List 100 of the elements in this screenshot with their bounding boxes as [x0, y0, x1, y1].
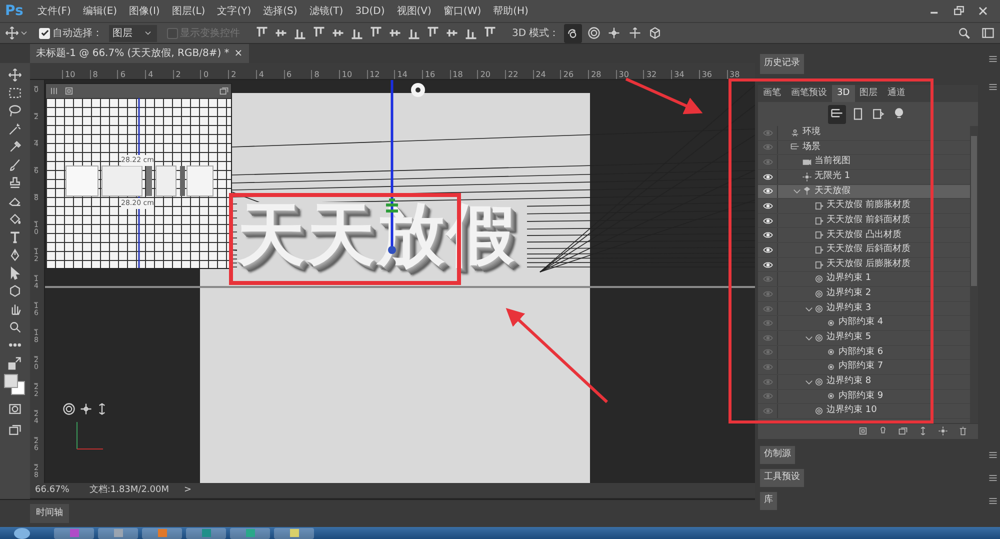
environment-icon [790, 128, 800, 138]
ruler-label: 30 [616, 70, 644, 79]
collapsed-panel-button[interactable]: 仿制源 [760, 446, 795, 464]
auto-select-checkbox[interactable] [39, 28, 50, 38]
pan-icon[interactable] [78, 402, 92, 416]
swap-colors-icon [8, 356, 22, 370]
ring-icon [826, 347, 836, 358]
tree-row[interactable]: 当前视图 [758, 155, 970, 170]
tree-row[interactable]: 边界约束 2 [758, 287, 970, 302]
magic-wand-icon [8, 122, 22, 136]
color-swatches[interactable] [4, 374, 26, 396]
tree-row[interactable]: 边界约束 1 [758, 272, 970, 288]
marquee-icon [8, 86, 22, 100]
tree-label: 无限光 1 [814, 170, 850, 183]
new-item-icon[interactable] [858, 426, 868, 436]
ruler-label: 28 [588, 70, 616, 79]
mode-button[interactable] [564, 24, 582, 42]
roll-icon [586, 26, 601, 40]
tree-row[interactable]: 边界约束 3 [758, 302, 970, 316]
tab-close-button[interactable]: × [234, 46, 243, 61]
axis-drawing [76, 422, 104, 450]
menu-item[interactable]: 文件(F) [31, 4, 77, 18]
history-panel-button[interactable]: 历史记录 [760, 54, 804, 74]
tree-row[interactable]: 边界约束 5 [758, 330, 970, 346]
search-icon[interactable] [957, 26, 971, 40]
type-icon [8, 230, 22, 244]
tree-row[interactable]: 天天放假 后斜面材质 [758, 243, 970, 258]
eye-icon[interactable] [762, 244, 772, 255]
trash-icon[interactable] [958, 426, 968, 436]
panel-tab[interactable]: 通道 [882, 84, 911, 102]
scrollbar-thumb[interactable] [970, 136, 976, 286]
tree-row[interactable]: 天天放假 后膨胀材质 [758, 258, 970, 272]
document-size: 文档:1.83M/2.00M [89, 484, 170, 497]
target-select[interactable]: 图层 [108, 24, 156, 42]
menu-item[interactable]: 滤镜(T) [303, 4, 350, 18]
tree-label: 环境 [802, 126, 820, 140]
panel-menu-icon[interactable] [988, 496, 998, 506]
ruler-label: 4 [145, 70, 173, 79]
menu-item[interactable]: 编辑(E) [76, 4, 124, 18]
tree-row[interactable]: 天天放假 凸出材质 [758, 228, 970, 244]
add-light-icon[interactable] [938, 426, 948, 436]
panel-menu-icon[interactable] [988, 54, 998, 64]
eye-icon[interactable] [762, 260, 772, 270]
filter-button[interactable] [828, 104, 846, 124]
menu-item[interactable]: 3D(D) [349, 4, 391, 18]
eye-icon[interactable] [762, 230, 772, 240]
eye-icon[interactable] [762, 201, 772, 212]
panel-tab[interactable]: 画笔 [758, 84, 786, 102]
light-icon[interactable] [411, 83, 425, 97]
restore-icon[interactable] [952, 4, 966, 18]
move-tool-icon[interactable] [5, 26, 19, 40]
menu-item[interactable]: 文字(Y) [211, 4, 258, 18]
collapsed-panel-button[interactable]: 工具预设 [760, 469, 804, 487]
menu-item[interactable]: 窗口(W) [437, 4, 488, 18]
menu-item[interactable]: 视图(V) [390, 4, 438, 18]
status-menu-arrow[interactable]: > [184, 484, 192, 498]
timeline-tab[interactable]: 时间轴 [30, 504, 69, 524]
collapsed-panel-button[interactable]: 库 [760, 492, 777, 510]
panel-menu-icon[interactable] [988, 450, 998, 460]
tree-row[interactable]: 边界约束 10 [758, 404, 970, 419]
tree-row[interactable]: 内部约束 9 [758, 390, 970, 404]
menu-item[interactable]: 图像(I) [123, 4, 166, 18]
tree-row[interactable]: 天天放假 [758, 184, 970, 200]
menu-item[interactable]: 选择(S) [257, 4, 304, 18]
menu-item[interactable]: 图层(L) [166, 4, 212, 18]
tree-row[interactable]: 场景 [758, 140, 970, 156]
tree-row[interactable]: 环境 [758, 126, 970, 141]
view-grip-icon[interactable] [48, 86, 58, 96]
tree-row[interactable]: 内部约束 6 [758, 346, 970, 360]
tree-row[interactable]: 边界约束 8 [758, 374, 970, 390]
view-select-icon[interactable] [64, 86, 74, 96]
eye-icon[interactable] [762, 172, 772, 182]
panel-menu-icon[interactable] [988, 473, 998, 483]
eye-icon[interactable] [762, 216, 772, 226]
panel-tab[interactable]: 图层 [854, 84, 883, 102]
orbit-icon[interactable] [62, 402, 76, 416]
document-tab[interactable]: 未标题-1 @ 66.7% (天天放假, RGB/8#) * × [30, 44, 249, 63]
ruler-label: 0 [200, 70, 228, 79]
tree-row[interactable]: 内部约束 4 [758, 316, 970, 331]
panel-menu-icon[interactable] [988, 82, 998, 92]
scrollbar[interactable] [970, 126, 978, 422]
check-icon [40, 28, 50, 38]
taskbar-button[interactable] [274, 528, 314, 538]
ruler-label: 8 [90, 70, 118, 79]
tree-label: 场景 [802, 140, 820, 154]
start-button[interactable] [14, 528, 30, 538]
app-icon [158, 529, 166, 537]
tree-label: 天天放假 后斜面材质 [826, 243, 910, 256]
ruler-label: 2 [172, 70, 200, 79]
lasso-icon [8, 104, 22, 118]
panel-tab[interactable]: 3D [832, 84, 855, 102]
tree-row[interactable]: 天天放假 前膨胀材质 [758, 199, 970, 214]
tree-row[interactable]: 天天放假 前斜面材质 [758, 214, 970, 228]
tree-row[interactable]: 内部约束 7 [758, 360, 970, 375]
stamp-icon [8, 176, 22, 190]
material-filter-icon [871, 106, 885, 121]
eye-icon[interactable] [762, 186, 772, 196]
menu-item[interactable]: 帮助(H) [487, 4, 534, 18]
workspace-icon[interactable] [981, 26, 995, 40]
panel-tab[interactable]: 画笔预设 [786, 84, 832, 102]
